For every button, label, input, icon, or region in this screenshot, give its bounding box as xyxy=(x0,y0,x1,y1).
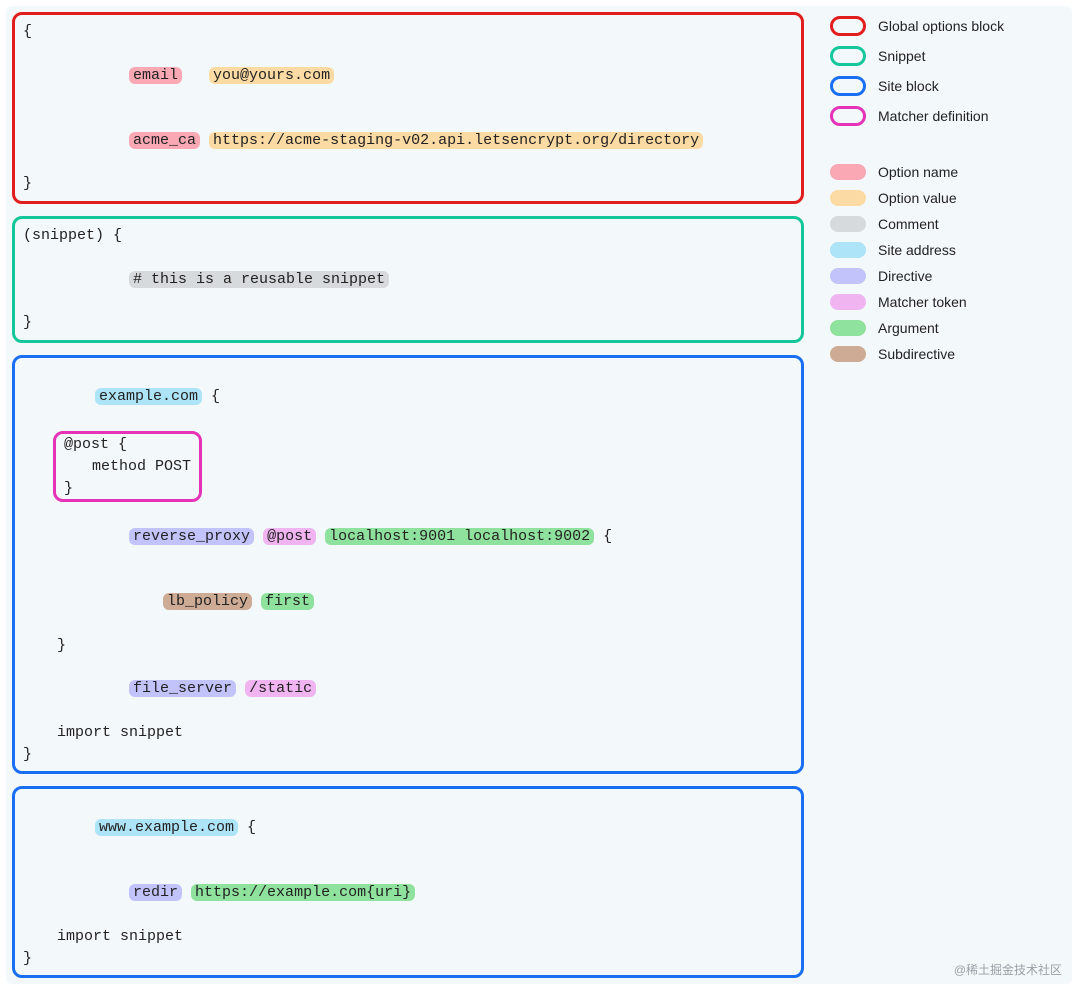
legend-label: Matcher token xyxy=(878,294,967,310)
site-block-2: www.example.com { redir https://example.… xyxy=(12,786,804,978)
brace-close: } xyxy=(23,173,793,195)
matcher-token: /static xyxy=(245,680,316,697)
global-options-block: { email you@yours.com acme_ca https://ac… xyxy=(12,12,804,204)
brace-close: } xyxy=(23,312,793,334)
legend-swatch-option-value-icon xyxy=(830,190,866,206)
legend-swatch-directive-icon xyxy=(830,268,866,284)
option-name: email xyxy=(129,67,182,84)
option-value: https://acme-staging-v02.api.letsencrypt… xyxy=(209,132,703,149)
legend-row-directive: Directive xyxy=(830,268,1066,284)
global-option-line-1: email you@yours.com xyxy=(23,43,793,108)
legend-label: Argument xyxy=(878,320,939,336)
argument: localhost:9001 localhost:9002 xyxy=(325,528,594,545)
legend-swatch-argument-icon xyxy=(830,320,866,336)
legend-label: Directive xyxy=(878,268,932,284)
matcher-def-body: method POST xyxy=(64,456,191,478)
global-option-line-2: acme_ca https://acme-staging-v02.api.let… xyxy=(23,108,793,173)
legend-label: Subdirective xyxy=(878,346,955,362)
site-block-1: example.com { @post { method POST } reve… xyxy=(12,355,804,775)
legend-swatch-site-address-icon xyxy=(830,242,866,258)
site-header: example.com { xyxy=(23,364,793,429)
legend-row-matcher-token: Matcher token xyxy=(830,294,1066,310)
snippet-block: (snippet) { # this is a reusable snippet… xyxy=(12,216,804,343)
legend-row-subdirective: Subdirective xyxy=(830,346,1066,362)
reverse-proxy-close: } xyxy=(23,635,793,657)
legend-column: Global options block Snippet Site block … xyxy=(830,12,1066,978)
snippet-header: (snippet) { xyxy=(23,225,793,247)
watermark: @稀土掘金技术社区 xyxy=(954,961,1062,978)
legend-row-comment: Comment xyxy=(830,216,1066,232)
site-address: www.example.com xyxy=(95,819,238,836)
import-line: import snippet xyxy=(23,926,793,948)
legend-label: Site block xyxy=(878,78,939,94)
legend-label: Global options block xyxy=(878,18,1004,34)
argument: first xyxy=(261,593,314,610)
subdirective: lb_policy xyxy=(163,593,252,610)
legend-row-option-value: Option value xyxy=(830,190,1066,206)
file-server-line: file_server /static xyxy=(23,657,793,722)
legend-row-argument: Argument xyxy=(830,320,1066,336)
import-line: import snippet xyxy=(23,722,793,744)
brace-close: } xyxy=(23,948,793,970)
legend-row-snippet: Snippet xyxy=(830,46,1066,66)
site-header: www.example.com { xyxy=(23,795,793,860)
legend-label: Option value xyxy=(878,190,957,206)
legend-label: Matcher definition xyxy=(878,108,989,124)
legend-block-types: Global options block Snippet Site block … xyxy=(830,16,1066,126)
directive: file_server xyxy=(129,680,236,697)
matcher-def-header: @post { xyxy=(64,434,191,456)
brace-open: { xyxy=(23,21,793,43)
reverse-proxy-line: reverse_proxy @post localhost:9001 local… xyxy=(23,504,793,569)
legend-pill-teal-icon xyxy=(830,46,866,66)
matcher-definition: @post { method POST } xyxy=(53,431,202,502)
directive: reverse_proxy xyxy=(129,528,254,545)
legend-pill-magenta-icon xyxy=(830,106,866,126)
legend-label: Site address xyxy=(878,242,956,258)
site-address: example.com xyxy=(95,388,202,405)
option-value: you@yours.com xyxy=(209,67,334,84)
legend-row-option-name: Option name xyxy=(830,164,1066,180)
directive: redir xyxy=(129,884,182,901)
legend-row-site-address: Site address xyxy=(830,242,1066,258)
redir-line: redir https://example.com{uri} xyxy=(23,861,793,926)
brace-close: } xyxy=(23,744,793,766)
legend-label: Option name xyxy=(878,164,958,180)
legend-swatch-matcher-icon xyxy=(830,294,866,310)
legend-label: Comment xyxy=(878,216,939,232)
legend-row-site: Site block xyxy=(830,76,1066,96)
legend-pill-blue-icon xyxy=(830,76,866,96)
snippet-comment-line: # this is a reusable snippet xyxy=(23,247,793,312)
legend-swatch-subdirective-icon xyxy=(830,346,866,362)
matcher-def-close: } xyxy=(64,478,191,500)
legend-pill-red-icon xyxy=(830,16,866,36)
subdirective-line: lb_policy first xyxy=(23,570,793,635)
comment: # this is a reusable snippet xyxy=(129,271,389,288)
option-name: acme_ca xyxy=(129,132,200,149)
legend-token-types: Option name Option value Comment Site ad… xyxy=(830,164,1066,362)
legend-row-global: Global options block xyxy=(830,16,1066,36)
legend-row-matcher: Matcher definition xyxy=(830,106,1066,126)
legend-swatch-option-name-icon xyxy=(830,164,866,180)
legend-label: Snippet xyxy=(878,48,925,64)
code-column: { email you@yours.com acme_ca https://ac… xyxy=(12,12,804,978)
matcher-token: @post xyxy=(263,528,316,545)
argument: https://example.com{uri} xyxy=(191,884,415,901)
matcher-definition-wrap: @post { method POST } xyxy=(23,429,793,504)
legend-swatch-comment-icon xyxy=(830,216,866,232)
diagram-canvas: { email you@yours.com acme_ca https://ac… xyxy=(6,6,1072,984)
